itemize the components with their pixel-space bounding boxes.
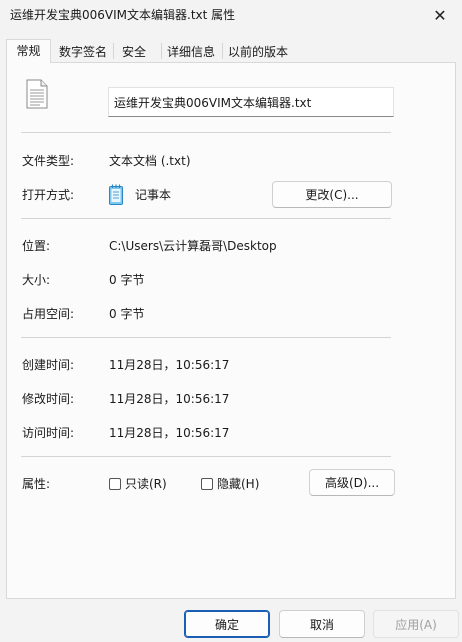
accessed-label: 访问时间: [22,426,75,440]
tab-strip: 常规 数字签名 安全 详细信息 以前的版本 [6,39,456,63]
divider [21,456,391,457]
text-document-icon [26,79,48,109]
tab-previous-versions[interactable]: 以前的版本 [223,41,293,62]
size-value: 0 字节 [109,273,145,287]
file-type-label: 文件类型: [22,154,75,168]
title-bar: 运维开发宝典006VIM文本编辑器.txt 属性 ✕ [0,0,462,30]
size-on-disk-label: 占用空间: [22,307,75,321]
notepad-icon [109,184,123,205]
attributes-label: 属性: [22,477,51,491]
change-button[interactable]: 更改(C)... [272,181,392,208]
close-icon: ✕ [433,5,447,25]
size-on-disk-value: 0 字节 [109,307,145,321]
opens-with-value: 记事本 [135,188,172,202]
divider [21,132,391,133]
divider [21,337,391,338]
created-label: 创建时间: [22,358,75,372]
modified-label: 修改时间: [22,392,75,406]
general-panel: 文件类型: 文本文档 (.txt) 打开方式: 记事本 更改(C)... 位置:… [6,62,456,599]
location-label: 位置: [22,239,51,253]
cancel-button[interactable]: 取消 [279,610,365,638]
hidden-checkbox-label: 隐藏(H) [217,477,260,491]
filename-input[interactable] [108,87,394,117]
opens-with-label: 打开方式: [22,188,75,202]
readonly-checkbox[interactable]: 只读(R) [109,475,167,492]
location-value: C:\Users\云计算磊哥\Desktop [109,239,277,253]
created-value: 11月28日，10:56:17 [109,358,230,372]
hidden-checkbox[interactable]: 隐藏(H) [201,475,259,492]
tab-general[interactable]: 常规 [6,39,51,63]
close-button[interactable]: ✕ [418,0,462,30]
advanced-button[interactable]: 高级(D)... [309,469,395,496]
file-type-value: 文本文档 (.txt) [109,154,191,168]
divider [21,218,391,219]
hidden-checkbox-box[interactable] [201,477,213,490]
size-label: 大小: [22,273,51,287]
accessed-value: 11月28日，10:56:17 [109,426,230,440]
tab-details[interactable]: 详细信息 [162,41,220,62]
tab-security[interactable]: 安全 [114,41,154,62]
readonly-checkbox-box[interactable] [109,477,121,490]
ok-button[interactable]: 确定 [184,610,270,638]
apply-button[interactable]: 应用(A) [373,610,459,638]
window-title: 运维开发宝典006VIM文本编辑器.txt 属性 [10,8,236,22]
readonly-checkbox-label: 只读(R) [125,477,167,491]
tab-digital-signatures[interactable]: 数字签名 [54,41,112,62]
modified-value: 11月28日，10:56:17 [109,392,230,406]
